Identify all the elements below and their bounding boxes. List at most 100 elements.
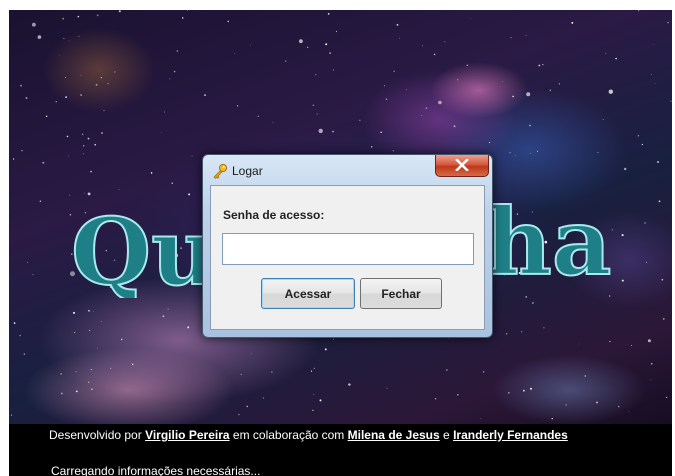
star xyxy=(87,137,90,140)
star xyxy=(13,322,16,324)
star xyxy=(650,362,653,365)
star xyxy=(150,172,153,174)
star xyxy=(42,161,45,164)
star xyxy=(329,52,331,54)
collaborator-link-2[interactable]: Iranderly Fernandes xyxy=(453,428,568,442)
star xyxy=(118,10,121,13)
dialog-titlebar[interactable]: Logar xyxy=(203,155,492,185)
star xyxy=(525,35,527,36)
star xyxy=(80,75,81,76)
star xyxy=(103,110,105,112)
star xyxy=(385,98,388,100)
star xyxy=(271,371,273,373)
star xyxy=(251,353,253,355)
star xyxy=(509,152,511,154)
star xyxy=(624,167,627,171)
star xyxy=(393,70,395,72)
star xyxy=(32,22,36,27)
star xyxy=(114,71,116,73)
star xyxy=(257,115,259,117)
star xyxy=(532,302,534,304)
star xyxy=(101,132,103,134)
star xyxy=(55,101,57,103)
star xyxy=(584,375,586,377)
star xyxy=(176,50,179,52)
password-label: Senha de acesso: xyxy=(223,208,325,222)
star xyxy=(90,170,92,173)
star xyxy=(312,104,314,106)
star xyxy=(359,119,361,121)
login-dialog: Logar Senha de acesso: Acessar Fechar xyxy=(202,154,493,338)
star xyxy=(121,338,123,341)
star xyxy=(234,53,235,54)
star xyxy=(536,150,538,152)
star xyxy=(96,14,99,17)
star xyxy=(670,100,672,102)
star xyxy=(453,125,456,128)
star xyxy=(88,309,90,312)
star xyxy=(324,348,327,351)
star xyxy=(162,315,165,318)
password-input[interactable] xyxy=(222,233,474,265)
star xyxy=(11,414,12,416)
star xyxy=(631,345,633,346)
fechar-button[interactable]: Fechar xyxy=(360,278,442,309)
star xyxy=(421,115,423,116)
dialog-title: Logar xyxy=(232,164,263,178)
star xyxy=(348,383,351,386)
star xyxy=(25,97,28,99)
star xyxy=(333,69,335,71)
star xyxy=(457,79,459,81)
star xyxy=(82,153,84,155)
star xyxy=(23,353,26,355)
star xyxy=(399,37,400,39)
star xyxy=(173,70,176,73)
star xyxy=(506,333,508,335)
star xyxy=(609,340,611,343)
star xyxy=(313,393,315,395)
star xyxy=(19,334,21,337)
star xyxy=(101,320,102,322)
star xyxy=(565,404,567,406)
star xyxy=(167,308,169,310)
credits-conjunction: e xyxy=(443,428,450,442)
star xyxy=(187,10,188,12)
collaborator-link-1[interactable]: Milena de Jesus xyxy=(348,428,440,442)
star xyxy=(529,124,531,127)
star xyxy=(95,83,98,86)
star xyxy=(386,387,388,389)
star xyxy=(67,155,69,157)
star xyxy=(285,60,287,62)
author-link[interactable]: Virgilio Pereira xyxy=(145,428,230,442)
star xyxy=(571,21,574,24)
close-window-button[interactable] xyxy=(435,155,489,177)
star xyxy=(521,331,523,333)
star xyxy=(171,182,173,184)
star xyxy=(319,399,322,402)
star xyxy=(272,121,274,123)
star xyxy=(370,146,373,148)
star xyxy=(299,39,303,44)
star xyxy=(107,83,109,85)
star xyxy=(60,373,62,375)
star xyxy=(262,397,265,399)
star xyxy=(578,343,580,345)
credits-line: Desenvolvido por Virgilio Pereira em col… xyxy=(49,428,669,446)
star xyxy=(380,131,383,134)
star xyxy=(75,390,78,393)
acessar-button[interactable]: Acessar xyxy=(261,278,355,309)
star xyxy=(530,152,531,154)
star xyxy=(482,371,485,373)
star xyxy=(597,152,599,154)
star xyxy=(332,130,334,133)
star xyxy=(466,64,468,66)
star xyxy=(238,413,240,416)
star xyxy=(78,35,80,37)
star xyxy=(80,94,82,96)
star xyxy=(384,85,386,87)
star xyxy=(405,89,407,91)
star xyxy=(315,74,317,76)
star xyxy=(396,24,399,26)
star xyxy=(514,154,516,156)
star xyxy=(638,10,640,12)
